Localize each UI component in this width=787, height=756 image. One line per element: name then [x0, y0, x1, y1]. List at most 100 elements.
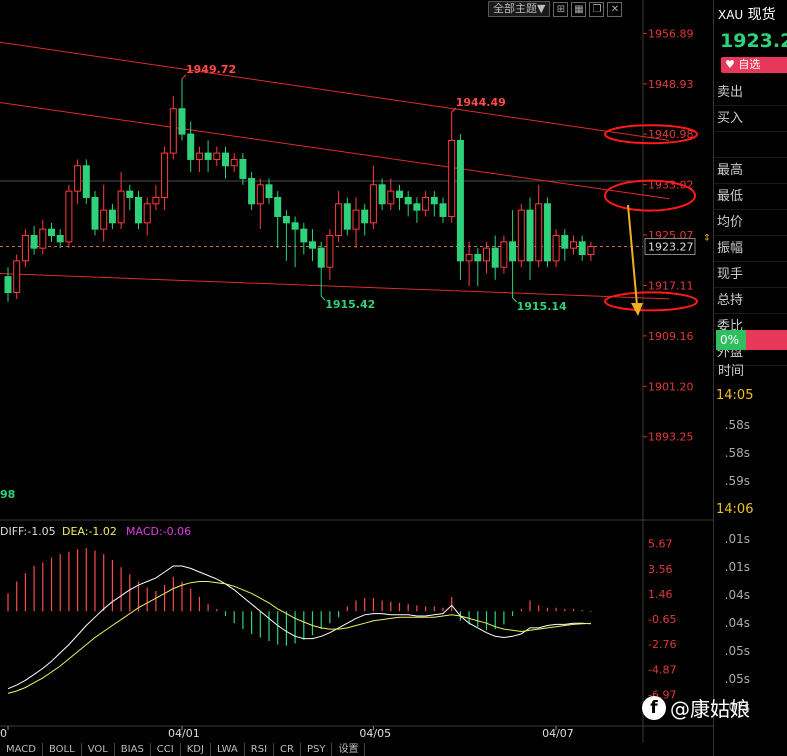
- quote-row: 最高: [714, 158, 787, 184]
- candle-down: [413, 203, 421, 211]
- quote-row: 振幅: [714, 236, 787, 262]
- candle-down: [439, 203, 447, 217]
- candle-up: [422, 196, 430, 211]
- macd-diff-label: DIFF:-1.05: [0, 525, 56, 538]
- candle-up: [230, 158, 238, 167]
- candle-up: [517, 209, 525, 262]
- candle-down: [291, 222, 299, 230]
- macd-tick-label: -4.87: [648, 663, 676, 676]
- crosshair-icon[interactable]: ⊞: [553, 1, 569, 17]
- candle-down: [491, 247, 499, 268]
- indicator-tab[interactable]: BIAS: [115, 743, 151, 756]
- theme-dropdown[interactable]: 全部主题▼: [488, 1, 551, 17]
- trend-line: [0, 273, 670, 300]
- candle-down: [378, 184, 386, 205]
- macd-dea-label: DEA:-1.02: [62, 525, 117, 538]
- date-label: 04/05: [359, 727, 391, 740]
- tick-time: .01s: [724, 560, 750, 574]
- macd-tick-label: 3.56: [648, 563, 673, 576]
- tick-time: .58s: [724, 446, 750, 460]
- candle-down: [30, 234, 38, 249]
- trend-line: [0, 101, 670, 200]
- candle-up: [74, 165, 82, 192]
- candle-up: [143, 203, 151, 224]
- left-cut-label: 98: [0, 488, 15, 501]
- indicator-tab[interactable]: MACD: [0, 743, 43, 756]
- macd-tick-label: 1.46: [648, 588, 673, 601]
- close-icon[interactable]: ✕: [607, 1, 623, 17]
- window-icon[interactable]: ❐: [589, 1, 605, 17]
- candle-down: [187, 133, 195, 160]
- candle-down: [343, 203, 351, 230]
- candle-down: [204, 152, 212, 160]
- quote-row: 最低: [714, 184, 787, 210]
- candle-down: [309, 241, 316, 249]
- quote-row: 总持: [714, 288, 787, 314]
- candle-down: [404, 196, 412, 205]
- price-arrow-icon: ⇕: [703, 233, 711, 243]
- candle-down: [265, 184, 273, 198]
- indicator-tab[interactable]: CR: [274, 743, 301, 756]
- annotation-arrow: [627, 204, 638, 306]
- candle-up: [169, 108, 177, 154]
- grid-icon[interactable]: ▦: [571, 1, 587, 17]
- candle-up: [13, 260, 21, 294]
- chart-canvas: 1956.891948.931940.981933.021925.071917.…: [0, 0, 713, 743]
- add-favorite-button[interactable]: ♥ 自选: [721, 57, 765, 73]
- quote-row: 卖出: [714, 80, 787, 106]
- candle-up: [552, 234, 560, 262]
- indicator-tab[interactable]: LWA: [211, 743, 245, 756]
- low-label: 1915.14: [517, 300, 567, 313]
- price-tick-label: 1956.89: [648, 27, 694, 40]
- candle-down: [178, 108, 186, 135]
- indicator-tab[interactable]: KDJ: [181, 743, 211, 756]
- candle-up: [570, 241, 577, 249]
- candle-down: [396, 190, 403, 198]
- candle-down: [361, 209, 369, 224]
- date-label: 04/01: [168, 727, 200, 740]
- macd-tick-label: -2.76: [648, 638, 676, 651]
- indicator-tab[interactable]: PSY: [301, 743, 333, 756]
- tick-time: 14:06: [716, 502, 754, 517]
- indicator-tab[interactable]: 设置: [332, 743, 366, 756]
- date-label: 04/07: [542, 727, 574, 740]
- macd-tick-label: 5.67: [648, 538, 673, 551]
- candle-down: [248, 177, 256, 205]
- last-price-label: 1923.27: [648, 240, 694, 253]
- candle-down: [48, 228, 55, 236]
- candle-down: [239, 158, 247, 179]
- candle-up: [326, 234, 334, 268]
- quote-side-panel: XAU 现货 1923.2 ♥ 自选 卖出 买入 最高 最低 均价 振幅 现手 总持 委比 外盘 …: [713, 0, 787, 756]
- candle-down: [317, 247, 325, 268]
- price-tick-label: 1948.93: [648, 78, 694, 91]
- indicator-tab[interactable]: BOLL: [43, 743, 82, 756]
- candle-up: [387, 190, 395, 205]
- chart-toolbar: 全部主题▼ ⊞ ▦ ❐ ✕: [488, 1, 623, 17]
- low-label: 1915.42: [325, 298, 375, 311]
- macd-tick-label: -0.65: [648, 613, 676, 626]
- indicator-tab[interactable]: CCI: [151, 743, 181, 756]
- indicator-tab[interactable]: VOL: [82, 743, 115, 756]
- favorite-bar: [762, 57, 787, 73]
- tick-time: .01s: [724, 532, 750, 546]
- indicator-tab[interactable]: RSI: [245, 743, 275, 756]
- candle-down: [135, 196, 142, 224]
- candle-down: [578, 241, 586, 256]
- candle-up: [21, 234, 29, 262]
- indicator-tabs: MACD BOLL VOL BIAS CCI KDJ LWA RSI CR PSY 设置: [0, 743, 366, 756]
- candle-down: [474, 254, 482, 262]
- price-tick-label: 1893.25: [648, 431, 694, 444]
- brand-logo-icon: f: [642, 695, 666, 720]
- candle-up: [483, 247, 490, 262]
- candle-down: [82, 165, 90, 198]
- watermark: f @康姑娘: [642, 693, 750, 722]
- price-tick-label: 1909.16: [648, 330, 694, 343]
- candle-up: [195, 152, 203, 160]
- trend-line: [0, 41, 670, 141]
- tick-time: .59s: [724, 474, 750, 488]
- quote-row: 买入: [714, 106, 787, 132]
- macd-value-label: MACD:-0.06: [126, 525, 191, 538]
- candle-down: [91, 196, 99, 230]
- high-label: 1944.49: [456, 96, 506, 109]
- candle-down: [430, 196, 438, 205]
